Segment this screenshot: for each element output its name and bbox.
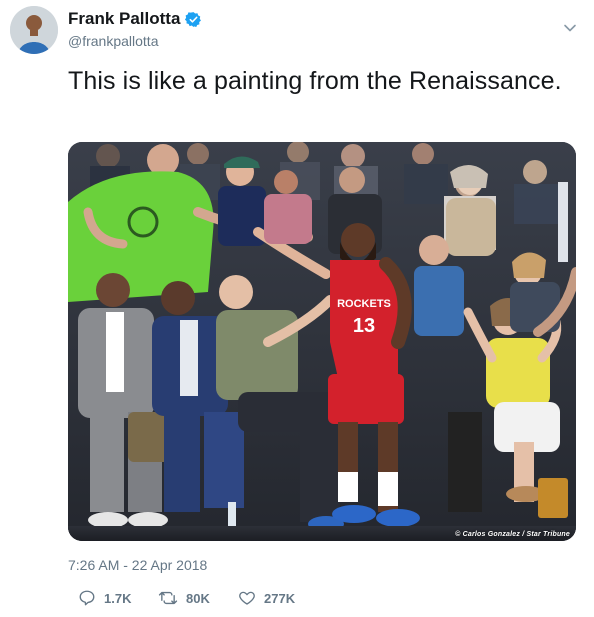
display-name[interactable]: Frank Pallotta [68,9,180,29]
verified-badge-icon [185,11,202,27]
photo-credit: © Carlos Gonzalez / Star Tribune [455,531,570,538]
retweet-button[interactable]: 80K [158,589,238,607]
reply-icon [79,590,95,606]
tweet-actions: 1.7K 80K 277K [68,588,318,608]
heart-icon [239,591,255,605]
chevron-down-icon[interactable] [562,20,578,36]
tweet-timestamp[interactable]: 7:26 AM - 22 Apr 2018 [68,557,207,573]
retweet-count: 80K [186,590,210,606]
author-info: Frank Pallotta @frankpallotta [68,8,202,49]
tweet-text: This is like a painting from the Renaiss… [68,67,562,95]
display-name-row: Frank Pallotta [68,8,202,30]
reply-button[interactable]: 1.7K [78,589,158,607]
jersey-number: 13 [353,315,375,337]
avatar-image [10,6,58,54]
basketball-crowd-photo: ROCKETS 13 [68,142,576,541]
reply-count: 1.7K [104,590,132,606]
like-count: 277K [264,590,296,606]
tweet-photo[interactable]: ROCKETS 13 © Carlos Gonzalez / Star Trib… [68,142,576,541]
jersey-label: ROCKETS [337,298,391,310]
avatar[interactable] [10,6,58,54]
retweet-icon [158,591,178,605]
like-button[interactable]: 277K [238,589,318,607]
tweet-header: Frank Pallotta @frankpallotta [10,6,584,56]
handle[interactable]: @frankpallotta [68,33,202,49]
tweet-card: Frank Pallotta @frankpallotta This is li… [0,0,594,617]
